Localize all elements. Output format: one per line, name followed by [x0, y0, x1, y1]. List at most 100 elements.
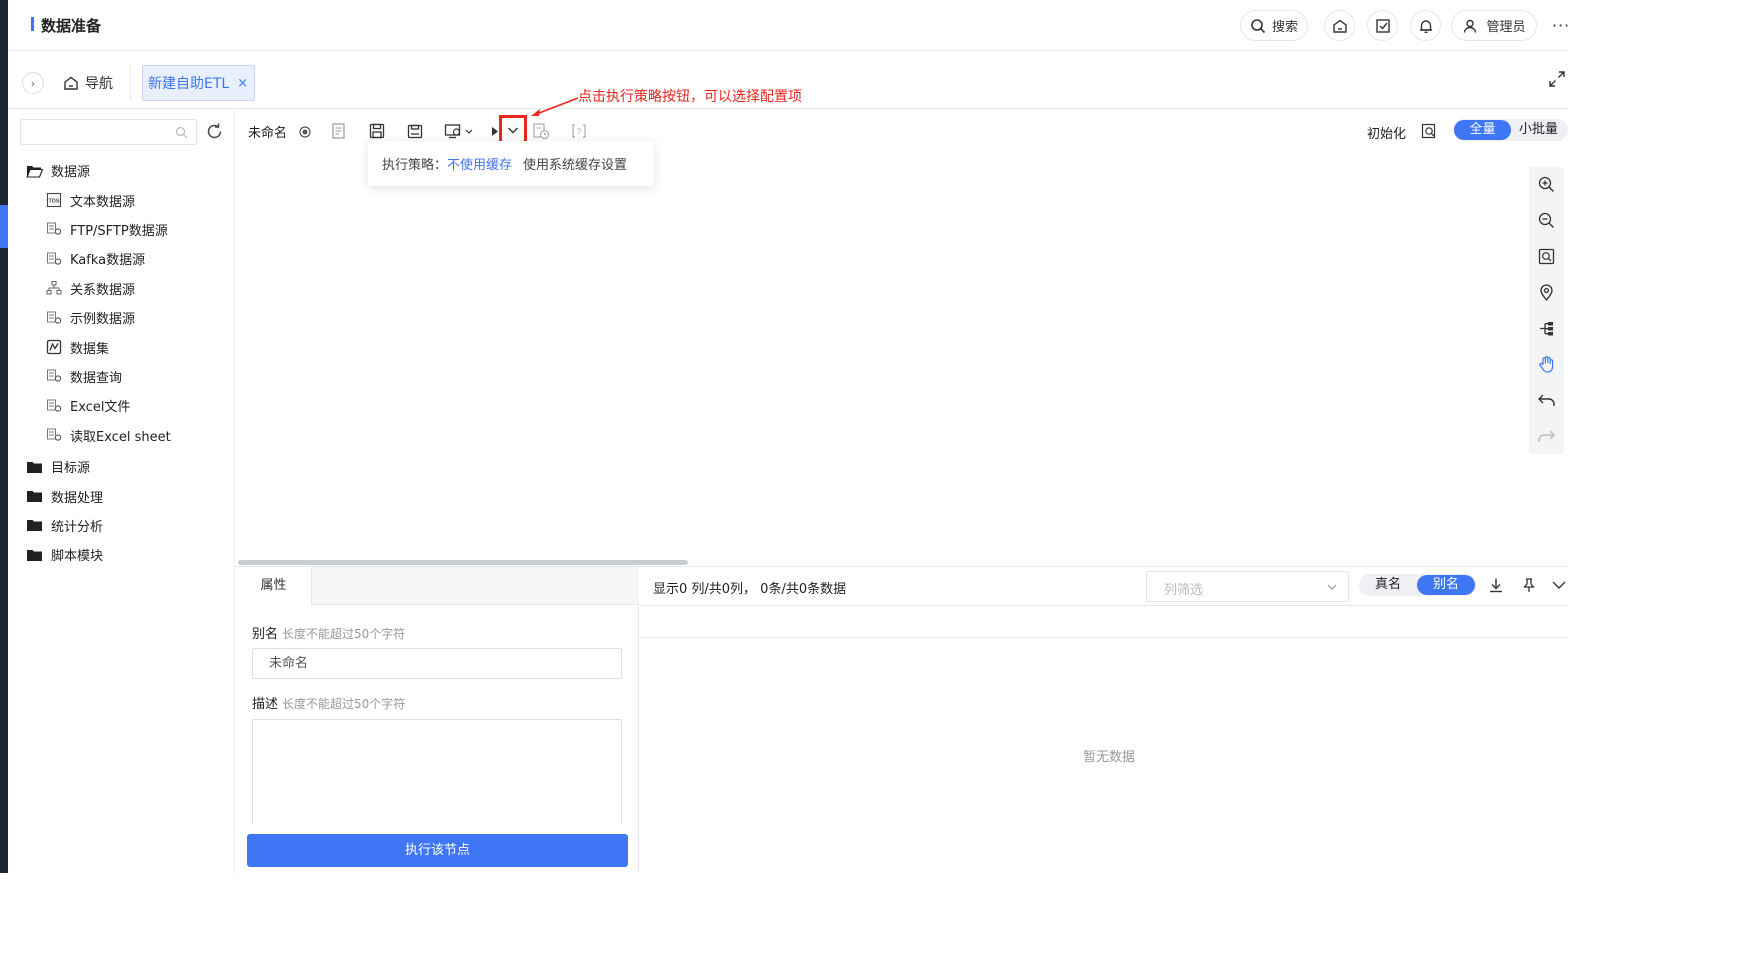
save-as-icon[interactable] — [406, 122, 424, 140]
tree-item[interactable]: TDS 文本数据源 — [46, 191, 135, 210]
preview-column-header — [640, 606, 1568, 638]
formula-bracket-icon[interactable]: ? — [570, 122, 588, 140]
datasource-icon — [47, 428, 62, 441]
tree-item-label: 示例数据源 — [70, 312, 136, 328]
real-name-option[interactable]: 真名 — [1375, 575, 1401, 595]
tree-folder[interactable]: 脚本模块 — [26, 545, 103, 564]
tree-folder-label: 目标源 — [51, 461, 91, 477]
tree-folder-label: 统计分析 — [51, 519, 104, 535]
description-textarea[interactable] — [252, 719, 622, 824]
refresh-icon[interactable] — [205, 122, 224, 141]
folder-open-icon — [26, 165, 43, 178]
column-filter-placeholder: 列筛选 — [1164, 583, 1204, 598]
search-label: 搜索 — [1271, 20, 1298, 35]
search-icon — [1251, 18, 1266, 33]
tree-item[interactable]: Kafka数据源 — [46, 249, 145, 268]
page-title: 数据准备 — [41, 17, 102, 35]
column-filter-select[interactable]: 列筛选 — [1146, 571, 1349, 602]
radio-dot-icon[interactable] — [296, 122, 314, 140]
alias-label: 别名 — [252, 627, 279, 642]
canvas-horizontal-scrollbar[interactable] — [238, 560, 688, 565]
fullscreen-icon[interactable] — [1548, 70, 1566, 88]
fit-view-icon[interactable] — [1537, 247, 1556, 266]
preview-header: 显示0 列/共0列， 0条/共0条数据 列筛选 真名 别名 — [640, 567, 1568, 606]
tree-folder-label: 数据源 — [51, 165, 91, 180]
pin-icon[interactable] — [1521, 577, 1537, 593]
tab-properties[interactable]: 属性 — [236, 567, 312, 606]
alias-field-label: 别名 长度不能超过50个字符 — [252, 623, 405, 642]
hand-pan-icon[interactable] — [1537, 355, 1556, 374]
home-icon — [1332, 19, 1347, 33]
more-menu-button[interactable]: ··· — [1546, 10, 1576, 41]
undo-icon[interactable] — [1537, 391, 1556, 410]
search-button[interactable]: 搜索 — [1240, 10, 1308, 41]
tree-folder[interactable]: 数据源 — [26, 161, 90, 180]
nav-tab[interactable]: 导航 — [63, 73, 113, 93]
tree-folder-label: 数据处理 — [51, 490, 104, 506]
tree-item[interactable]: Excel文件 — [46, 396, 130, 415]
tree-item[interactable]: 示例数据源 — [46, 308, 135, 327]
notification-button[interactable] — [1410, 10, 1441, 41]
datasource-icon — [47, 369, 62, 383]
init-search-doc-icon[interactable] — [1420, 122, 1438, 140]
tree-item[interactable]: 数据集 — [46, 338, 109, 357]
preview-dropdown-icon[interactable] — [444, 122, 476, 140]
tree-item-label: 读取Excel sheet — [70, 429, 171, 445]
alias-input[interactable]: 未命名 — [252, 648, 622, 679]
zoom-in-icon[interactable] — [1537, 175, 1556, 194]
relation-icon — [46, 281, 62, 295]
title-accent-bar — [31, 17, 34, 31]
tree-folder[interactable]: 统计分析 — [26, 516, 103, 535]
component-search-input[interactable] — [20, 119, 197, 145]
user-menu-button[interactable]: 管理员 — [1451, 10, 1537, 41]
tab-new-etl[interactable]: 新建自助ETL × — [142, 65, 256, 101]
redo-icon[interactable] — [1537, 427, 1556, 446]
canvas-zoom-toolbar — [1529, 167, 1564, 454]
datasource-icon — [47, 222, 62, 236]
empty-data-text: 暂无数据 — [1083, 750, 1136, 765]
properties-doc-icon[interactable] — [330, 122, 348, 140]
run-node-button[interactable]: 执行该节点 — [247, 834, 628, 867]
tds-icon: TDS — [46, 192, 62, 208]
mode-small-batch-option[interactable]: 小批量 — [1519, 120, 1558, 140]
name-mode-toggle[interactable]: 真名 别名 — [1359, 574, 1476, 596]
tree-item-label: Kafka数据源 — [70, 253, 146, 269]
tree-folder[interactable]: 目标源 — [26, 457, 90, 476]
home-button[interactable] — [1324, 10, 1355, 41]
task-button[interactable] — [1367, 10, 1398, 41]
folder-icon — [27, 461, 42, 473]
tree-item-label: FTP/SFTP数据源 — [70, 223, 168, 239]
zoom-out-icon[interactable] — [1537, 211, 1556, 230]
description-field-label: 描述 长度不能超过50个字符 — [252, 693, 405, 712]
close-icon[interactable]: × — [237, 76, 248, 91]
mode-full-option[interactable]: 全量 — [1454, 120, 1511, 140]
tab-label: 新建自助ETL — [148, 76, 230, 92]
bell-icon — [1419, 19, 1432, 33]
app-strip-active-indicator — [0, 205, 8, 248]
collapse-chevron-icon[interactable] — [1551, 577, 1567, 593]
load-mode-toggle[interactable]: 全量 小批量 — [1453, 119, 1568, 141]
execution-strategy-dropdown-button[interactable] — [499, 115, 527, 144]
tree-item[interactable]: 关系数据源 — [46, 279, 135, 298]
app-sidebar-strip — [0, 0, 8, 873]
alias-name-option[interactable]: 别名 — [1417, 575, 1475, 595]
description-label: 描述 — [252, 697, 279, 712]
schedule-doc-icon[interactable] — [532, 122, 550, 140]
download-icon[interactable] — [1488, 577, 1504, 593]
location-pin-icon[interactable] — [1537, 283, 1556, 302]
flow-name: 未命名 — [248, 126, 288, 141]
tree-item[interactable]: FTP/SFTP数据源 — [46, 220, 168, 239]
tree-item-label: 关系数据源 — [70, 282, 136, 298]
alias-hint: 长度不能超过50个字符 — [282, 627, 406, 641]
init-label: 初始化 — [1367, 127, 1407, 142]
preview-summary: 显示0 列/共0列， 0条/共0条数据 — [653, 582, 847, 597]
tree-item[interactable]: 数据查询 — [46, 367, 122, 386]
data-preview-panel: 显示0 列/共0列， 0条/共0条数据 列筛选 真名 别名 暂无数据 — [640, 567, 1568, 873]
save-icon[interactable] — [368, 122, 386, 140]
etl-canvas[interactable] — [236, 152, 1528, 564]
layout-tree-icon[interactable] — [1537, 319, 1556, 338]
tree-folder[interactable]: 数据处理 — [26, 487, 103, 506]
svg-text:TDS: TDS — [49, 199, 60, 205]
sidebar-toggle-button[interactable]: › — [22, 72, 44, 94]
tree-item[interactable]: 读取Excel sheet — [46, 426, 171, 445]
